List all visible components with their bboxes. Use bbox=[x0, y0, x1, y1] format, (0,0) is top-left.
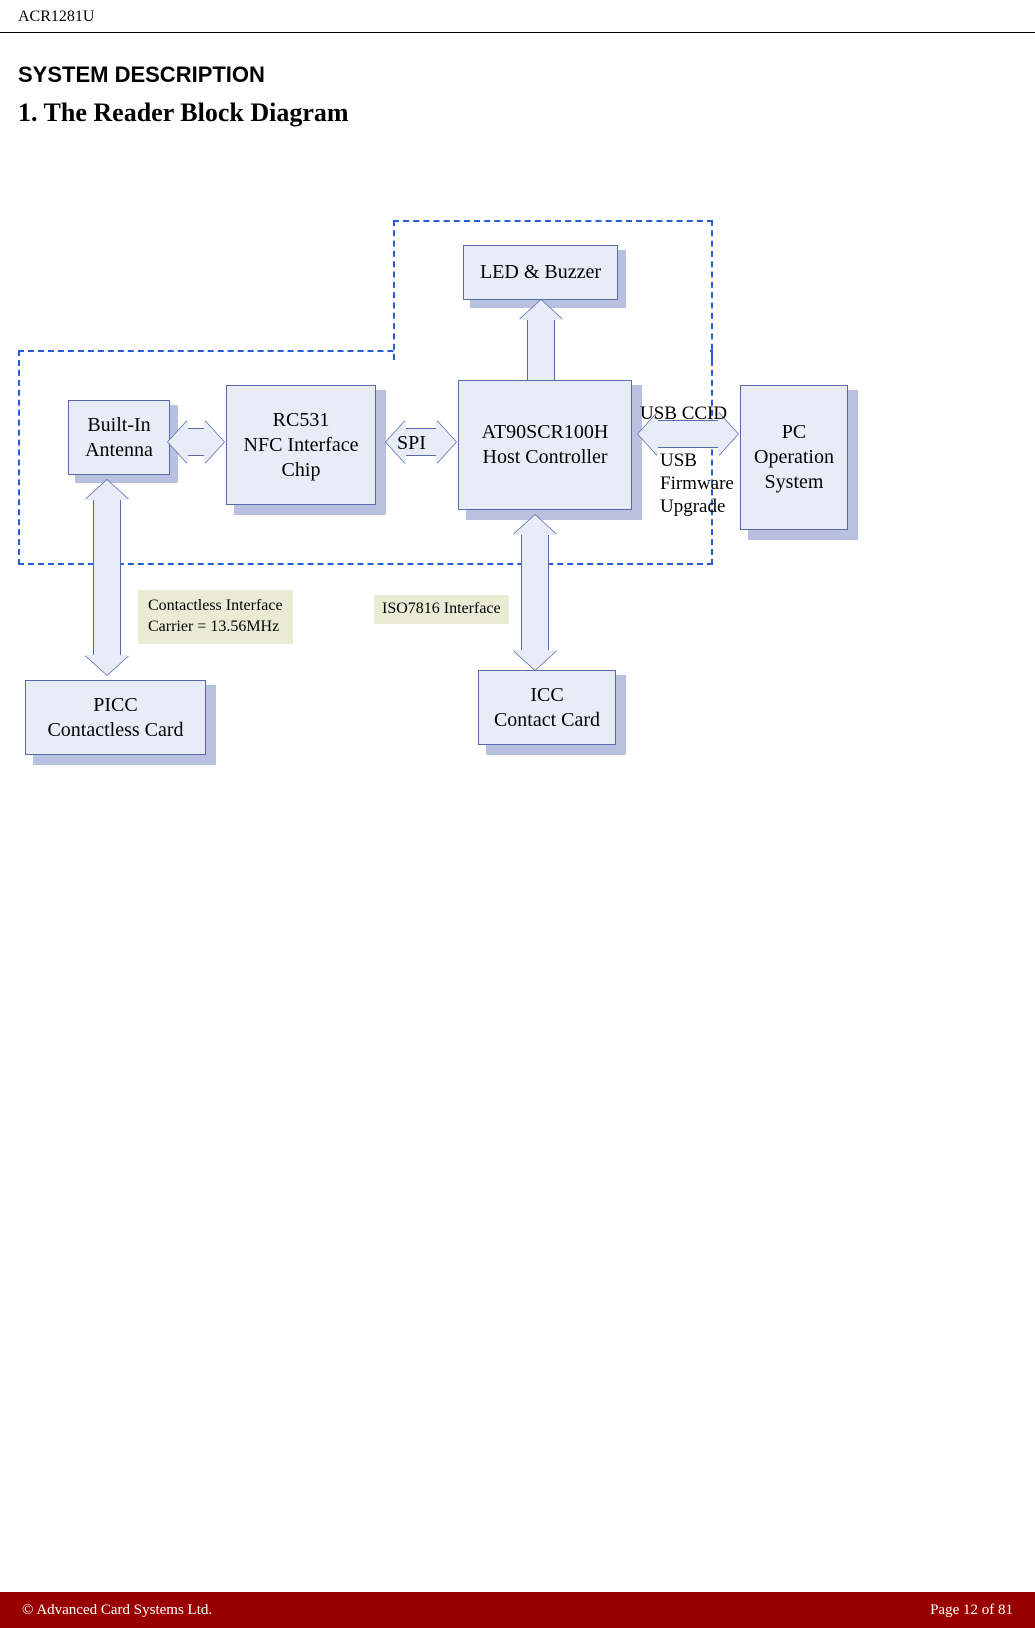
block-label-line1: Built-In bbox=[87, 413, 150, 438]
footer-page: Page 12 of 81 bbox=[930, 1602, 1013, 1619]
arrow-host-icc bbox=[521, 535, 549, 650]
section-title: SYSTEM DESCRIPTION bbox=[18, 62, 265, 88]
block-label-line2: Contactless Card bbox=[47, 718, 183, 743]
usb-fw-line1: USB bbox=[660, 450, 697, 471]
note-line1: Contactless Interface bbox=[148, 597, 283, 614]
block-label-line1: ICC bbox=[530, 683, 563, 708]
label-usb-firmware: USB Firmware Upgrade bbox=[660, 450, 734, 518]
block-label-line2: Contact Card bbox=[494, 708, 600, 733]
block-pc-os: PC Operation System bbox=[740, 385, 848, 530]
block-label-line3: Chip bbox=[282, 458, 321, 483]
block-label-line2: Operation bbox=[754, 445, 834, 470]
block-label-line1: RC531 bbox=[273, 408, 330, 433]
block-antenna: Built-In Antenna bbox=[68, 400, 170, 475]
usb-fw-line3: Upgrade bbox=[660, 496, 725, 517]
page-header: ACR1281U bbox=[0, 0, 1035, 33]
label-usb-ccid: USB CCID bbox=[640, 403, 727, 426]
block-label-line1: AT90SCR100H bbox=[482, 420, 609, 445]
usb-fw-line2: Firmware bbox=[660, 473, 734, 494]
block-label-line1: PICC bbox=[93, 693, 137, 718]
footer-copyright: © Advanced Card Systems Ltd. bbox=[22, 1602, 212, 1619]
block-label-line2: NFC Interface bbox=[244, 433, 359, 458]
block-icc: ICC Contact Card bbox=[478, 670, 616, 745]
note-line2: Carrier = 13.56MHz bbox=[148, 618, 279, 635]
arrow-host-to-led bbox=[527, 320, 555, 385]
block-host-controller: AT90SCR100H Host Controller bbox=[458, 380, 632, 510]
arrow-antenna-picc bbox=[93, 500, 121, 655]
subsection-title: 1. The Reader Block Diagram bbox=[18, 98, 349, 128]
block-led-buzzer: LED & Buzzer bbox=[463, 245, 618, 300]
block-label-line3: System bbox=[765, 470, 824, 495]
block-label: LED & Buzzer bbox=[480, 260, 601, 285]
doc-id: ACR1281U bbox=[18, 8, 94, 25]
block-diagram: LED & Buzzer Built-In Antenna RC531 NFC … bbox=[18, 210, 898, 780]
page-footer: © Advanced Card Systems Ltd. Page 12 of … bbox=[0, 1592, 1035, 1628]
block-picc: PICC Contactless Card bbox=[25, 680, 206, 755]
block-nfc-chip: RC531 NFC Interface Chip bbox=[226, 385, 376, 505]
note-iso7816: ISO7816 Interface bbox=[374, 595, 509, 624]
label-spi: SPI bbox=[397, 432, 426, 455]
arrow-antenna-nfc bbox=[188, 428, 204, 456]
note-contactless: Contactless Interface Carrier = 13.56MHz bbox=[138, 590, 293, 644]
block-label-line2: Antenna bbox=[85, 438, 153, 463]
block-label-line1: PC bbox=[782, 420, 806, 445]
block-label-line2: Host Controller bbox=[483, 445, 608, 470]
